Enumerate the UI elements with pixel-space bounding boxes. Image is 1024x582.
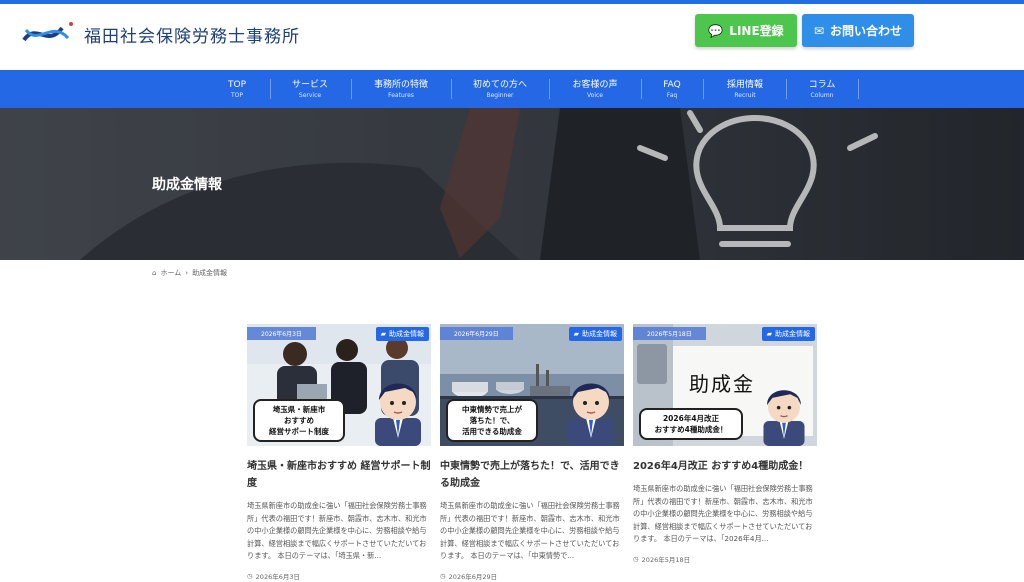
category-badge[interactable]: ▰ 助成金情報 [375,327,429,341]
caption-line: 中東情勢で売上が [462,405,522,414]
post-card[interactable]: 2026年6月29日 ▰ 助成金情報 中東情勢で売上が 落ちた！で、 活用できる… [440,324,624,581]
nav-item-service[interactable]: サービス Service [280,70,340,108]
post-footer-date: ◷ 2026年5月18日 [633,554,817,564]
post-card[interactable]: 2026年6月3日 ▰ 助成金情報 埼玉県・新座市 おすすめ 経営サポート制度 … [247,324,431,581]
site-header: 福田社会保険労務士事務所 💬 LINE登録 ✉ お問い合わせ [0,4,1024,70]
nav-sublabel: Voice [587,91,603,99]
thumbnail-caption: 中東情勢で売上が 落ちた！で、 活用できる助成金 [446,399,538,442]
clock-icon: ◷ [247,571,253,580]
nav-item-beginner[interactable]: 初めての方へ Beginner [462,70,538,108]
folder-icon: ▰ [766,330,772,338]
post-card[interactable]: 助成金 2026年5月18日 ▰ 助成金情報 2026年4月改正 おすすめ4種助… [633,324,817,564]
nav-sublabel: Service [298,91,322,99]
nav-label: サービス [291,79,328,90]
home-icon: ⌂ [152,269,157,277]
nav-label: 初めての方へ [472,79,527,90]
line-register-label: LINE登録 [729,24,784,38]
nav-divider [270,79,271,99]
nav-sublabel: TOP [230,91,243,99]
nav-label: 事務所の特徴 [373,79,428,90]
mascot-illustration [763,390,805,446]
page-hero: 助成金情報 [0,108,1024,260]
post-title[interactable]: 中東情勢で売上が落ちた！で、活用できる助成金 [440,458,624,492]
clock-icon: ◷ [633,554,639,563]
nav-item-recruit[interactable]: 採用情報 Recruit [714,70,776,108]
nav-item-top[interactable]: TOP TOP [216,70,258,108]
category-label: 助成金情報 [775,330,810,338]
category-badge[interactable]: ▰ 助成金情報 [568,327,622,341]
post-thumbnail[interactable]: 助成金 2026年5月18日 ▰ 助成金情報 2026年4月改正 おすすめ4種助… [633,324,817,446]
post-date: 2026年6月3日 [255,572,300,581]
caption-line: 埼玉県・新座市 [272,405,326,414]
breadcrumb-current: 助成金情報 [192,269,228,277]
clock-icon: ◷ [440,571,446,580]
caption-line: おすすめ [284,416,314,425]
nav-label: FAQ [663,79,681,90]
mail-icon: ✉ [813,23,825,38]
nav-divider [549,79,550,99]
nav-divider [451,79,452,99]
nav-divider [351,79,352,99]
line-register-button[interactable]: 💬 LINE登録 [695,14,797,47]
sign-text: 助成金 [689,372,755,396]
post-footer-date: ◷ 2026年6月29日 [440,571,624,581]
post-date-badge: 2026年6月29日 [440,327,513,340]
caption-line: おすすめ4種助成金！ [654,425,728,434]
post-title[interactable]: 2026年4月改正 おすすめ4種助成金！ [633,458,817,475]
nav-item-column[interactable]: コラム Column [796,70,848,108]
site-name: 福田社会保険労務士事務所 [84,26,300,47]
mascot-illustration [375,383,421,446]
thumbnail-caption: 2026年4月改正 おすすめ4種助成金！ [639,408,743,440]
caption-line: 活用できる助成金 [462,427,522,436]
nav-divider [641,79,642,99]
post-title[interactable]: 埼玉県・新座市おすすめ 経営サポート制度 [247,458,431,492]
folder-icon: ▰ [573,330,579,338]
post-date: 2026年6月29日 [448,572,498,581]
post-excerpt: 埼玉県新座市の助成金に強い「福田社会保険労務士事務所」代表の福田です！新座市、朝… [247,501,427,560]
nav-item-faq[interactable]: FAQ Faq [652,70,692,108]
breadcrumb-home[interactable]: ホーム [160,268,181,278]
chevron-right-icon: › [185,269,189,277]
mascot-illustration [568,383,614,446]
nav-divider [858,79,859,99]
nav-label: 採用情報 [726,79,763,90]
page-title: 助成金情報 [152,177,222,193]
site-logo[interactable]: 福田社会保険労務士事務所 [22,18,300,50]
post-footer-date: ◷ 2026年6月3日 [247,571,431,581]
nav-sublabel: Recruit [734,91,756,99]
category-label: 助成金情報 [582,330,617,338]
thumbnail-caption: 埼玉県・新座市 おすすめ 経営サポート制度 [253,399,345,442]
category-label: 助成金情報 [389,330,424,338]
caption-line: 落ちた！で、 [469,416,515,425]
nav-divider [703,79,704,99]
nav-label: TOP [227,79,246,90]
post-date-badge: 2026年5月18日 [633,327,706,340]
post-date: 2026年5月18日 [641,555,691,564]
nav-label: コラム [808,79,836,90]
caption-line: 経営サポート制度 [269,427,329,436]
nav-sublabel: Column [810,91,834,99]
post-date-badge: 2026年6月3日 [247,327,316,340]
contact-label: お問い合わせ [830,24,903,38]
nav-sublabel: Faq [666,91,678,99]
nav-item-voice[interactable]: お客様の声 Voice [560,70,630,108]
line-chat-icon: 💬 [708,23,724,38]
nav-item-features[interactable]: 事務所の特徴 Features [362,70,440,108]
nav-sublabel: Features [388,91,414,99]
logo-wave-icon [22,22,73,42]
contact-button[interactable]: ✉ お問い合わせ [802,14,914,47]
post-excerpt: 埼玉県新座市の助成金に強い「福田社会保険労務士事務所」代表の福田です！新座市、朝… [440,501,620,560]
post-thumbnail[interactable]: 2026年6月3日 ▰ 助成金情報 埼玉県・新座市 おすすめ 経営サポート制度 [247,324,431,446]
folder-icon: ▰ [380,330,386,338]
post-excerpt: 埼玉県新座市の助成金に強い「福田社会保険労務士事務所」代表の福田です！新座市、朝… [633,484,813,543]
main-nav: TOP TOP サービス Service 事務所の特徴 Features 初めて… [0,70,1024,108]
category-badge[interactable]: ▰ 助成金情報 [761,327,815,341]
nav-divider [786,79,787,99]
post-thumbnail[interactable]: 2026年6月29日 ▰ 助成金情報 中東情勢で売上が 落ちた！で、 活用できる… [440,324,624,446]
breadcrumb: ⌂ ホーム › 助成金情報 [152,268,227,278]
nav-sublabel: Beginner [486,91,514,99]
nav-label: お客様の声 [572,79,618,90]
caption-line: 2026年4月改正 [662,414,720,423]
